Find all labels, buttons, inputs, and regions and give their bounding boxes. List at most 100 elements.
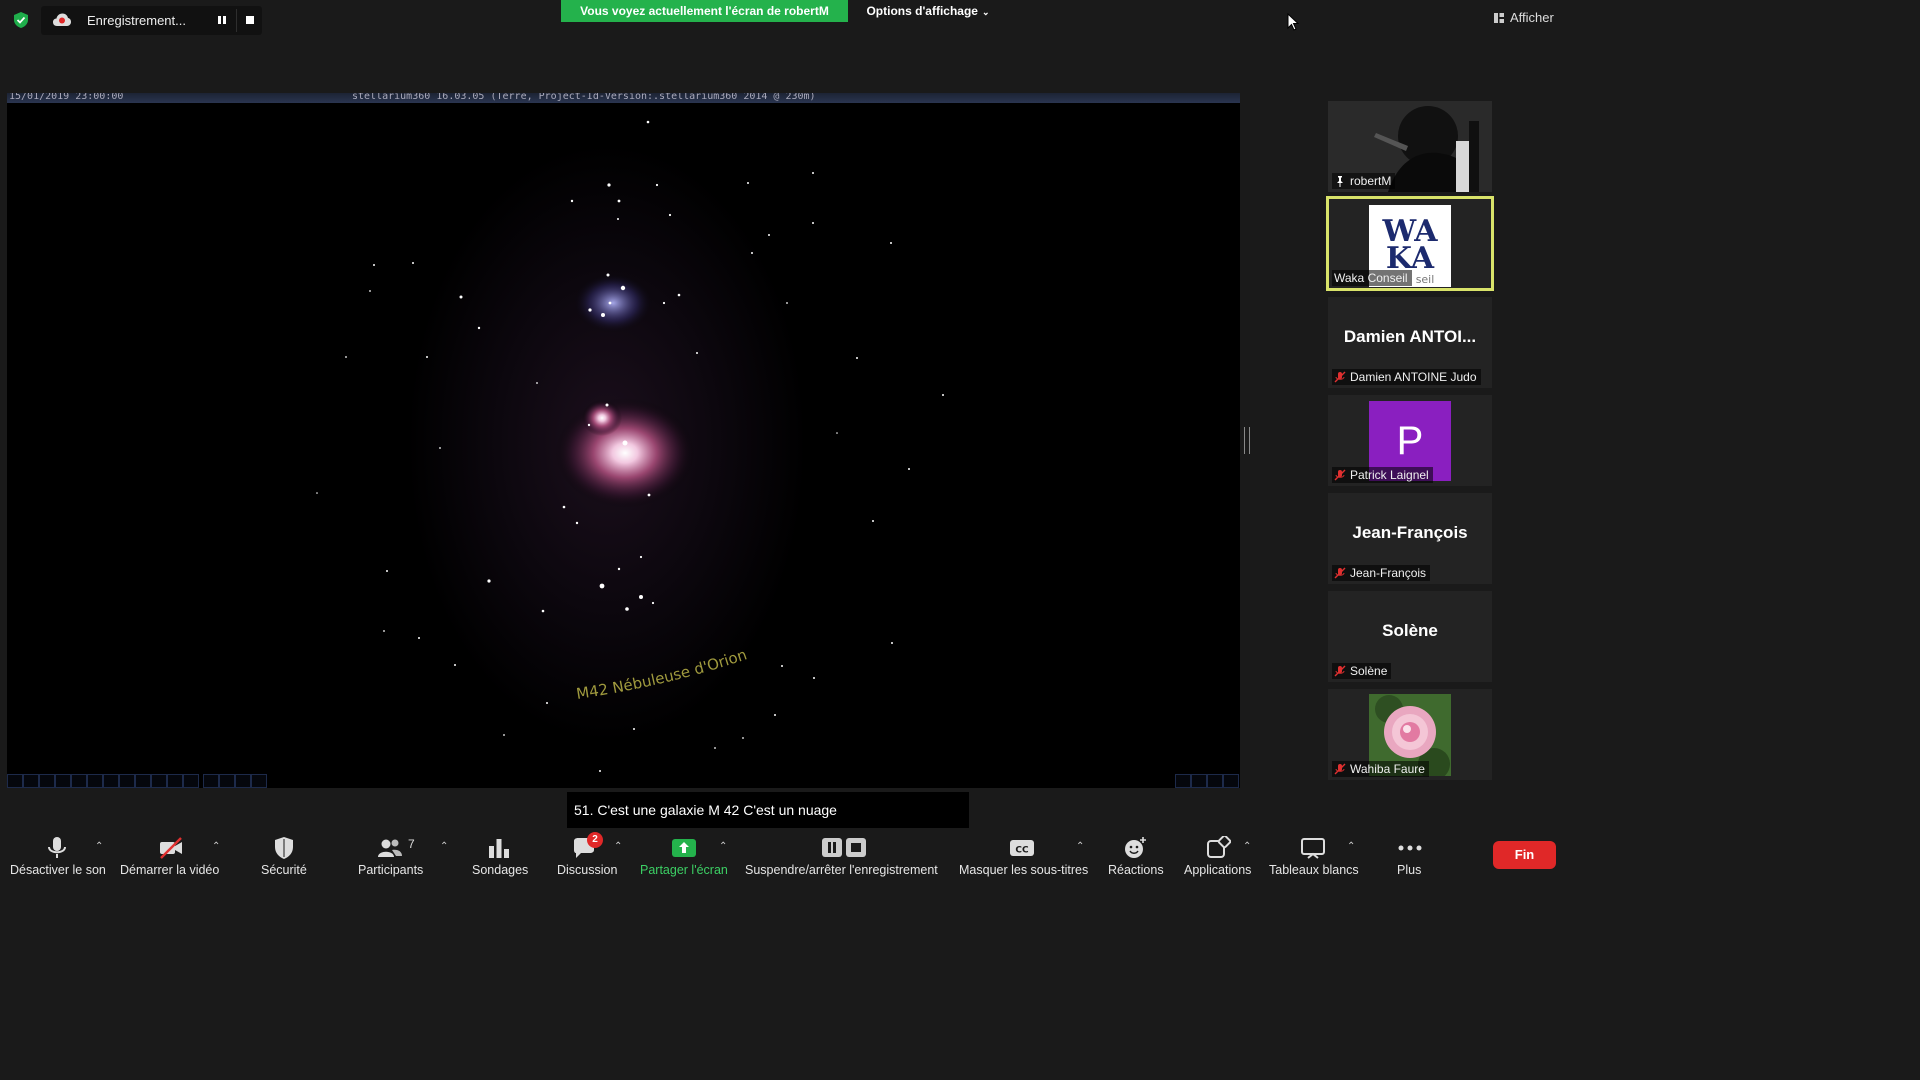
sky-datetime: 15/01/2019 23:00:00 [9,93,124,102]
pause-stop-recording-label: Suspendre/arrêter l'enregistrement [745,863,938,877]
grid-icon [1494,13,1504,23]
stellarium-tool-button[interactable] [235,774,251,788]
participant-tile[interactable]: Jean-François Jean-François [1328,493,1492,584]
orion-nebula-image: M42 Nébuleuse d'Orion [316,120,944,772]
rewind-button[interactable] [1175,774,1191,788]
participant-tile-active-speaker[interactable]: WA KA seil Waka Conseil [1326,196,1494,291]
stop-recording-button[interactable] [244,14,256,26]
stellarium-tool-button[interactable] [55,774,71,788]
view-options-label: Options d'affichage [866,4,978,18]
mic-muted-icon [1334,665,1346,677]
view-options-button[interactable]: Options d'affichage ⌄ [848,0,1008,22]
participant-name-text: Solène [1350,664,1388,678]
pause-stop-recording-button[interactable]: Suspendre/arrêter l'enregistrement [745,832,945,882]
stellarium-tool-button[interactable] [183,774,199,788]
show-view-button[interactable]: Afficher [1488,7,1556,29]
pause-recording-button[interactable] [216,14,228,26]
pin-icon [1337,176,1343,187]
stellarium-tool-button[interactable] [119,774,135,788]
applications-label: Applications [1184,863,1252,877]
end-meeting-button[interactable]: Fin [1493,841,1556,869]
security-button[interactable]: Sécurité [258,832,310,882]
whiteboards-button[interactable]: Tableaux blancs [1268,832,1360,882]
video-off-icon [160,837,182,859]
stellarium-tool-button[interactable] [87,774,103,788]
participant-name-text: Patrick Laignel [1350,468,1429,482]
participants-label: Participants [358,863,424,877]
audio-options-caret[interactable]: ⌃ [95,841,103,852]
chat-button[interactable]: 2 Discussion [556,832,618,882]
stellarium-tool-button[interactable] [251,774,267,788]
start-video-button[interactable]: Démarrer la vidéo [120,832,224,882]
whiteboard-icon [1301,838,1325,859]
more-button[interactable]: Plus [1392,832,1428,882]
chat-options-caret[interactable]: ⌃ [614,841,622,852]
participants-button[interactable]: 7 Participants [356,832,428,882]
mute-label: Désactiver le son [10,863,106,877]
stellarium-tool-button[interactable] [135,774,151,788]
screen-share-banner: Vous voyez actuellement l'écran de rober… [561,0,848,22]
captions-options-caret[interactable]: ⌃ [1076,841,1084,852]
stellarium-tool-button[interactable] [23,774,39,788]
participant-name: Damien ANTOINE Judo [1332,369,1481,385]
participant-tile[interactable]: robertM [1328,101,1492,192]
mic-muted-icon [1334,567,1346,579]
separator [236,9,237,32]
shield-icon[interactable] [12,11,30,29]
panel-splitter-handle[interactable] [1244,427,1250,454]
participant-display-name: Jean-François [1352,523,1468,542]
share-screen-button[interactable]: Partager l'écran [639,832,731,882]
reactions-label: Réactions [1108,863,1164,877]
shared-screen[interactable]: 15/01/2019 23:00:00 stellarium360 16.03.… [7,93,1240,788]
chat-label: Discussion [557,863,618,877]
security-label: Sécurité [261,863,307,877]
participant-tile[interactable]: P Patrick Laignel [1328,395,1492,486]
mic-muted-icon [1334,763,1346,775]
stellarium-tool-button[interactable] [103,774,119,788]
play-button[interactable] [1191,774,1207,788]
share-screen-icon [672,839,696,857]
live-caption: 51. C'est une galaxie M 42 C'est un nuag… [567,792,969,828]
participant-tile[interactable]: Wahiba Faure [1328,689,1492,780]
chat-unread-badge: 2 [587,832,603,848]
stellarium-tool-button[interactable] [203,774,219,788]
microphone-icon [48,837,66,858]
reactions-button[interactable]: Réactions [1106,832,1164,882]
applications-button[interactable]: Applications [1183,832,1257,882]
mute-button[interactable]: Désactiver le son [10,832,108,882]
participant-tile[interactable]: Solène Solène [1328,591,1492,682]
video-options-caret[interactable]: ⌃ [212,841,220,852]
stellarium-tool-button[interactable] [167,774,183,788]
participant-tile[interactable]: Damien ANTOI... Damien ANTOINE Judo [1328,297,1492,388]
stellarium-version: stellarium360 16.03.05 (Terre, Project-I… [352,93,816,102]
security-shield-icon [275,837,293,859]
participants-options-caret[interactable]: ⌃ [440,841,448,852]
whiteboards-label: Tableaux blancs [1269,863,1359,877]
participant-name: Solène [1332,663,1392,679]
more-dots-icon [1398,845,1422,851]
share-options-caret[interactable]: ⌃ [719,841,727,852]
participant-name-text: Waka Conseil [1334,271,1408,285]
whiteboards-options-caret[interactable]: ⌃ [1347,841,1355,852]
polls-button[interactable]: Sondages [470,832,530,882]
participant-name-text: Wahiba Faure [1350,762,1425,776]
participant-name-text: Damien ANTOINE Judo [1350,370,1477,384]
stellarium-tool-button[interactable] [151,774,167,788]
participant-name: robertM [1332,173,1396,189]
reactions-smiley-icon [1125,837,1146,858]
stellarium-tool-button[interactable] [71,774,87,788]
stellarium-toolbar [7,772,1240,788]
pause-stop-icon [822,838,866,857]
mouse-cursor-icon [1287,13,1299,31]
quit-button[interactable] [1223,774,1239,788]
fast-forward-button[interactable] [1207,774,1223,788]
hide-captions-button[interactable]: CC Masquer les sous-titres [958,832,1088,882]
participant-display-name: Damien ANTOI... [1343,327,1477,346]
apps-options-caret[interactable]: ⌃ [1243,841,1251,852]
share-screen-label: Partager l'écran [640,863,728,877]
stellarium-tool-button[interactable] [39,774,55,788]
participants-icon [378,839,402,857]
stellarium-tool-button[interactable] [219,774,235,788]
stellarium-tool-button[interactable] [7,774,23,788]
mic-muted-icon [1334,371,1346,383]
